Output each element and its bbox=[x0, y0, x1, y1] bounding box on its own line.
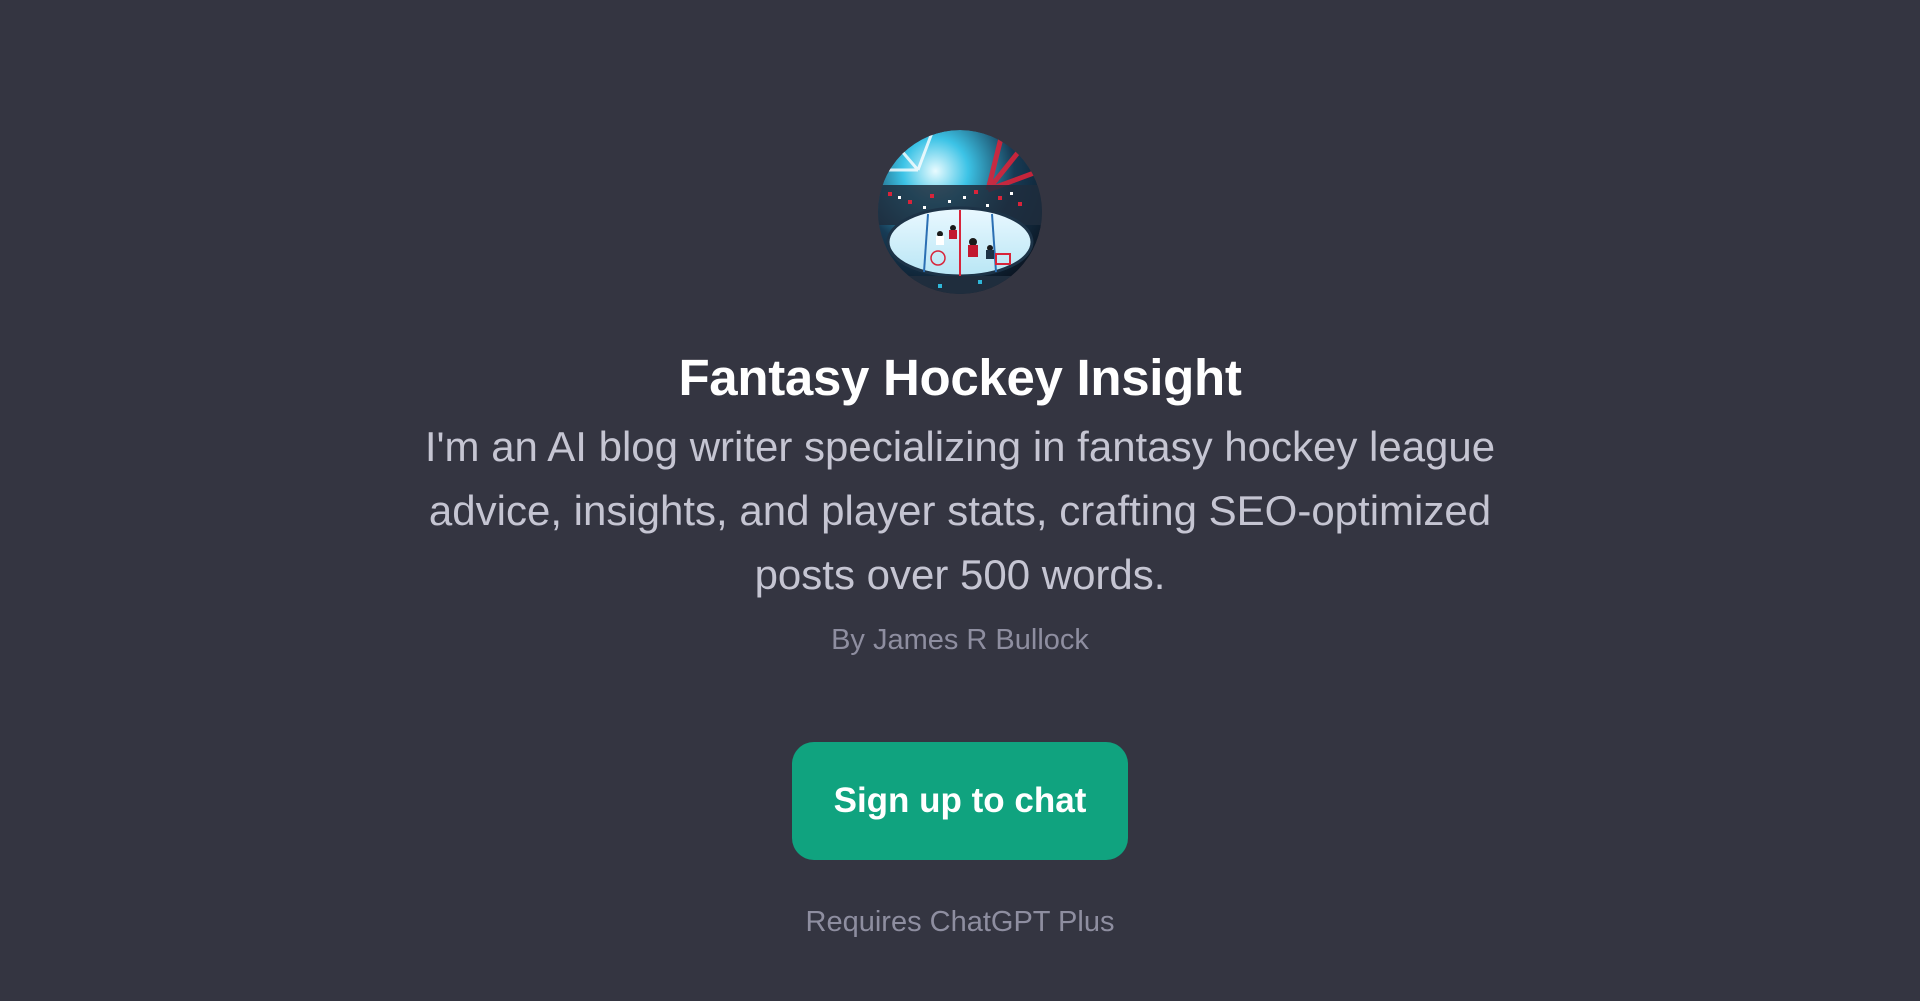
gpt-avatar bbox=[878, 130, 1042, 294]
sign-up-label: Sign up to chat bbox=[833, 781, 1087, 820]
gpt-author: By James R Bullock bbox=[831, 624, 1089, 656]
gpt-description: I'm an AI blog writer specializing in fa… bbox=[424, 423, 1496, 598]
requires-plus-note: Requires ChatGPT Plus bbox=[805, 906, 1115, 938]
gpt-landing-page: Fantasy Hockey Insight I'm an AI blog wr… bbox=[0, 0, 1920, 1001]
hockey-arena-icon bbox=[878, 130, 1042, 294]
sign-up-to-chat-button[interactable]: Sign up to chat bbox=[792, 742, 1128, 860]
gpt-title: Fantasy Hockey Insight bbox=[678, 349, 1242, 406]
